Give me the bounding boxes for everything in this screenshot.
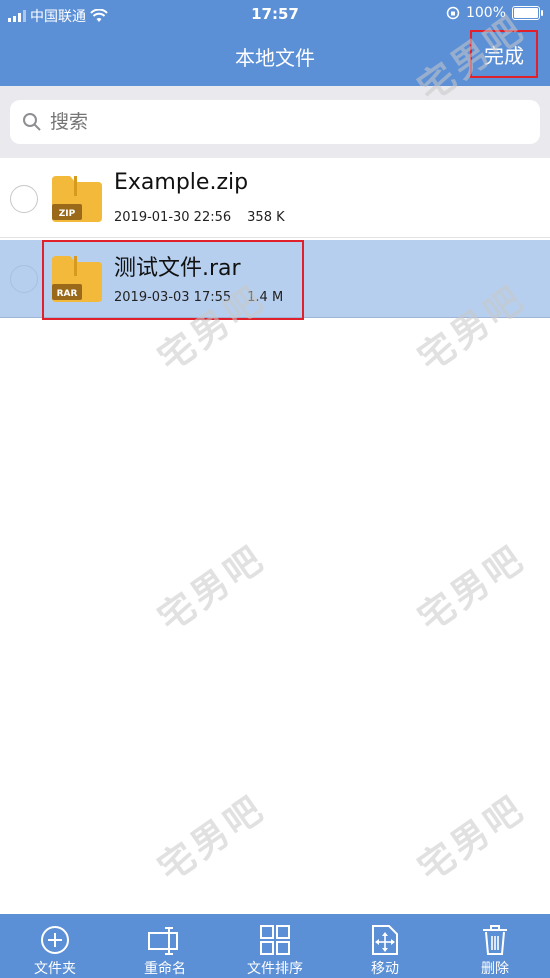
file-date: 2019-01-30 22:56 xyxy=(114,210,232,225)
watermark-text: 宅男吧 xyxy=(411,787,533,891)
tool-label: 文件排序 xyxy=(247,961,303,977)
zip-folder-icon: ZIP xyxy=(52,176,102,222)
grid-icon xyxy=(260,925,290,955)
file-size: 358 K xyxy=(247,210,285,225)
file-row[interactable]: ZIP Example.zip 2019-01-30 22:56 358 K xyxy=(0,160,550,238)
tool-label: 移动 xyxy=(371,961,399,977)
rename-icon xyxy=(148,927,178,955)
watermark-text: 宅男吧 xyxy=(411,537,533,641)
tool-label: 重命名 xyxy=(144,961,186,977)
bottom-toolbar: 文件夹 重命名 文件排序 移动 删除 xyxy=(0,914,550,978)
trash-icon xyxy=(483,925,507,955)
new-folder-button[interactable]: 文件夹 xyxy=(0,914,110,978)
search-icon xyxy=(23,113,41,131)
rename-button[interactable]: 重命名 xyxy=(110,914,220,978)
watermark-text: 宅男吧 xyxy=(151,787,273,891)
tool-label: 删除 xyxy=(481,961,509,977)
file-name: Example.zip xyxy=(114,170,249,195)
move-icon xyxy=(372,925,398,955)
watermark-text: 宅男吧 xyxy=(151,537,273,641)
file-meta: 2019-01-30 22:56 358 K xyxy=(114,210,285,225)
select-radio[interactable] xyxy=(10,265,38,293)
battery-fill xyxy=(514,8,538,18)
svg-text:ZIP: ZIP xyxy=(59,209,76,219)
orientation-lock-icon xyxy=(446,6,460,20)
add-circle-icon xyxy=(41,926,69,954)
tool-label: 文件夹 xyxy=(34,961,76,977)
delete-button[interactable]: 删除 xyxy=(440,914,550,978)
rar-folder-icon: RAR xyxy=(52,256,102,302)
svg-text:RAR: RAR xyxy=(57,289,78,299)
move-button[interactable]: 移动 xyxy=(330,914,440,978)
search-bar xyxy=(0,86,550,158)
select-radio[interactable] xyxy=(10,185,38,213)
file-name: 测试文件.rar xyxy=(114,256,241,281)
sort-files-button[interactable]: 文件排序 xyxy=(220,914,330,978)
search-input[interactable] xyxy=(48,110,452,134)
search-box[interactable] xyxy=(10,100,540,144)
